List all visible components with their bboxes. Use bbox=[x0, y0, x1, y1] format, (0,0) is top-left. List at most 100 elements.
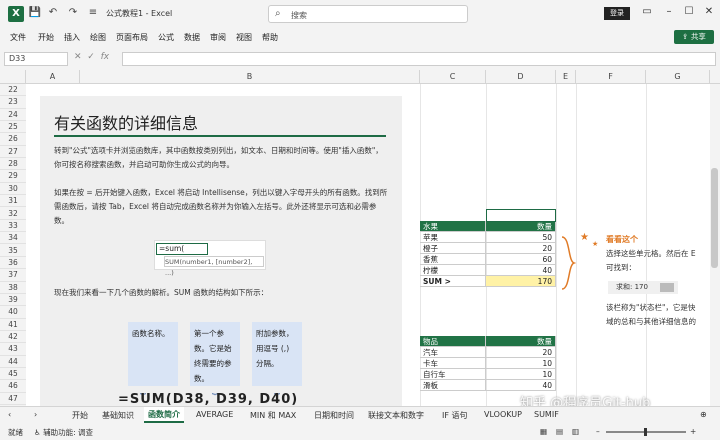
table-cell[interactable]: 60 bbox=[486, 254, 556, 265]
table-header-cell[interactable]: 水果 bbox=[420, 221, 486, 232]
tab-vlookup[interactable]: VLOOKUP bbox=[484, 410, 522, 419]
tab-average[interactable]: AVERAGE bbox=[196, 410, 233, 419]
select-all-corner[interactable] bbox=[0, 70, 26, 84]
menu-help[interactable]: 帮助 bbox=[262, 32, 278, 43]
row-header[interactable]: 38 bbox=[0, 281, 26, 294]
table-header-cell[interactable]: 物品 bbox=[420, 336, 486, 347]
enter-icon[interactable]: ✓ bbox=[87, 52, 95, 62]
row-header[interactable]: 34 bbox=[0, 232, 26, 245]
row-header[interactable]: 45 bbox=[0, 368, 26, 381]
tab-basics[interactable]: 基础知识 bbox=[102, 410, 134, 421]
row-header[interactable]: 31 bbox=[0, 195, 26, 208]
ribbon-display-icon[interactable]: ▭ bbox=[640, 6, 654, 17]
column-header-f[interactable]: F bbox=[576, 70, 646, 84]
undo-icon[interactable]: ↶ bbox=[46, 6, 60, 20]
menu-insert[interactable]: 插入 bbox=[64, 32, 80, 43]
column-header-c[interactable]: C bbox=[420, 70, 486, 84]
table-cell[interactable]: 香蕉 bbox=[420, 254, 486, 265]
table-cell[interactable]: 40 bbox=[486, 380, 556, 391]
tab-if[interactable]: IF 语句 bbox=[442, 410, 468, 421]
tab-functions-intro[interactable]: 函数简介 bbox=[144, 407, 184, 423]
zoom-slider-knob[interactable] bbox=[644, 428, 647, 436]
page-layout-view-icon[interactable]: ▤ bbox=[556, 427, 563, 436]
tab-date-time[interactable]: 日期和时间 bbox=[314, 410, 354, 421]
row-header[interactable]: 25 bbox=[0, 121, 26, 134]
menu-home[interactable]: 开始 bbox=[38, 32, 54, 43]
scroll-thumb[interactable] bbox=[711, 168, 718, 268]
row-header[interactable]: 41 bbox=[0, 318, 26, 331]
tab-join-text[interactable]: 联接文本和数字 bbox=[368, 410, 424, 421]
menu-page-layout[interactable]: 页面布局 bbox=[116, 32, 148, 43]
column-header-a[interactable]: A bbox=[26, 70, 80, 84]
zoom-out-icon[interactable]: – bbox=[596, 427, 600, 436]
maximize-icon[interactable]: ☐ bbox=[682, 6, 696, 17]
row-header[interactable]: 43 bbox=[0, 343, 26, 356]
menu-data[interactable]: 数据 bbox=[184, 32, 200, 43]
save-icon[interactable]: 💾 bbox=[28, 6, 42, 20]
sum-value-cell[interactable]: 170 bbox=[486, 276, 556, 287]
zoom-in-icon[interactable]: + bbox=[690, 427, 696, 436]
table-cell[interactable]: 20 bbox=[486, 347, 556, 358]
row-header[interactable]: 30 bbox=[0, 182, 26, 196]
menu-view[interactable]: 视图 bbox=[236, 32, 252, 43]
row-header[interactable]: 39 bbox=[0, 293, 26, 307]
table-cell[interactable]: 40 bbox=[486, 265, 556, 276]
login-button[interactable]: 登录 bbox=[604, 7, 630, 20]
row-header[interactable]: 33 bbox=[0, 219, 26, 233]
redo-icon[interactable]: ↷ bbox=[66, 6, 80, 20]
column-header-d[interactable]: D bbox=[486, 70, 556, 84]
row-header[interactable]: 36 bbox=[0, 256, 26, 270]
table-cell[interactable]: 10 bbox=[486, 369, 556, 380]
row-header[interactable]: 40 bbox=[0, 306, 26, 319]
accessibility-status[interactable]: ♿ 辅助功能: 调查 bbox=[34, 427, 93, 438]
tab-sumif[interactable]: SUMIF bbox=[534, 410, 559, 419]
tab-scroll-left-icon[interactable]: ‹ bbox=[8, 410, 11, 419]
row-header[interactable]: 23 bbox=[0, 96, 26, 109]
customize-toolbar-icon[interactable]: ≡ bbox=[86, 6, 100, 20]
normal-view-icon[interactable]: ▦ bbox=[540, 427, 547, 436]
row-header[interactable]: 46 bbox=[0, 380, 26, 393]
table-cell[interactable]: 自行车 bbox=[420, 369, 486, 380]
cancel-icon[interactable]: ✕ bbox=[74, 52, 82, 62]
table-cell[interactable]: 汽车 bbox=[420, 347, 486, 358]
close-icon[interactable]: ✕ bbox=[702, 6, 716, 17]
table-cell[interactable]: 柠檬 bbox=[420, 265, 486, 276]
table-cell[interactable]: 卡车 bbox=[420, 358, 486, 369]
tab-start[interactable]: 开始 bbox=[72, 410, 88, 421]
row-header[interactable]: 27 bbox=[0, 145, 26, 159]
table-cell[interactable]: 10 bbox=[486, 358, 556, 369]
row-header[interactable]: 42 bbox=[0, 331, 26, 344]
menu-review[interactable]: 审阅 bbox=[210, 32, 226, 43]
menu-formulas[interactable]: 公式 bbox=[158, 32, 174, 43]
column-header-b[interactable]: B bbox=[80, 70, 420, 84]
row-header[interactable]: 24 bbox=[0, 108, 26, 121]
column-header-e[interactable]: E bbox=[556, 70, 576, 84]
table-cell[interactable]: 20 bbox=[486, 243, 556, 254]
fx-icon[interactable]: fx bbox=[101, 52, 110, 62]
row-header[interactable]: 26 bbox=[0, 133, 26, 146]
menu-draw[interactable]: 绘图 bbox=[90, 32, 106, 43]
menu-file[interactable]: 文件 bbox=[10, 32, 26, 43]
row-header[interactable]: 29 bbox=[0, 170, 26, 183]
search-input[interactable]: ⌕ 搜索 bbox=[268, 5, 468, 23]
table-cell[interactable]: 苹果 bbox=[420, 232, 486, 243]
add-sheet-icon[interactable]: ⊕ bbox=[700, 410, 707, 419]
row-header[interactable]: 22 bbox=[0, 84, 26, 97]
row-header[interactable]: 32 bbox=[0, 207, 26, 220]
row-header[interactable]: 28 bbox=[0, 158, 26, 171]
minimize-icon[interactable]: – bbox=[662, 6, 676, 17]
row-header[interactable]: 35 bbox=[0, 244, 26, 257]
row-header[interactable]: 44 bbox=[0, 355, 26, 368]
table-header-cell[interactable]: 数量 bbox=[486, 336, 556, 347]
table-cell[interactable]: 滑板 bbox=[420, 380, 486, 391]
page-break-view-icon[interactable]: ▥ bbox=[572, 427, 579, 436]
formula-input[interactable] bbox=[122, 52, 716, 66]
sum-label[interactable]: SUM > bbox=[420, 276, 486, 287]
tab-min-max[interactable]: MIN 和 MAX bbox=[250, 410, 296, 421]
table-header-cell[interactable]: 数量 bbox=[486, 221, 556, 232]
table-cell[interactable]: 50 bbox=[486, 232, 556, 243]
column-header-g[interactable]: G bbox=[646, 70, 710, 84]
name-box[interactable]: D33 bbox=[4, 52, 68, 66]
table-cell[interactable]: 橙子 bbox=[420, 243, 486, 254]
row-header[interactable]: 37 bbox=[0, 269, 26, 282]
